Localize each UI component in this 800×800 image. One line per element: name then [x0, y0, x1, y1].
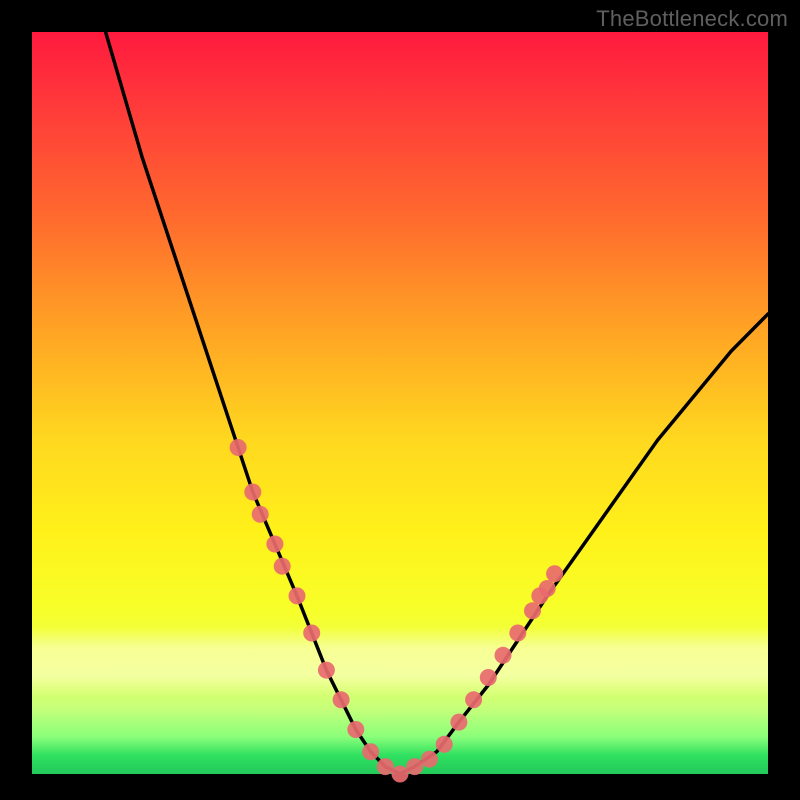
data-marker — [406, 758, 423, 775]
curve-layer — [32, 32, 768, 774]
data-marker — [347, 721, 364, 738]
data-marker — [495, 647, 512, 664]
data-marker — [377, 758, 394, 775]
data-marker — [362, 743, 379, 760]
data-marker — [531, 587, 548, 604]
data-marker — [266, 536, 283, 553]
data-marker — [289, 587, 306, 604]
data-marker — [436, 736, 453, 753]
data-marker — [230, 439, 247, 456]
highlight-band — [32, 627, 768, 697]
data-marker — [539, 580, 556, 597]
data-marker — [421, 751, 438, 768]
data-marker — [450, 714, 467, 731]
data-marker — [480, 669, 497, 686]
data-marker — [524, 602, 541, 619]
watermark-text: TheBottleneck.com — [596, 6, 788, 32]
data-marker — [392, 766, 409, 783]
data-marker — [465, 691, 482, 708]
data-marker — [509, 625, 526, 642]
data-marker — [252, 506, 269, 523]
plot-area — [32, 32, 768, 774]
data-marker — [244, 484, 261, 501]
bottleneck-curve — [106, 32, 768, 774]
data-marker — [546, 565, 563, 582]
data-marker — [303, 625, 320, 642]
data-marker — [274, 558, 291, 575]
data-marker — [333, 691, 350, 708]
chart-frame: TheBottleneck.com — [0, 0, 800, 800]
data-marker — [318, 662, 335, 679]
